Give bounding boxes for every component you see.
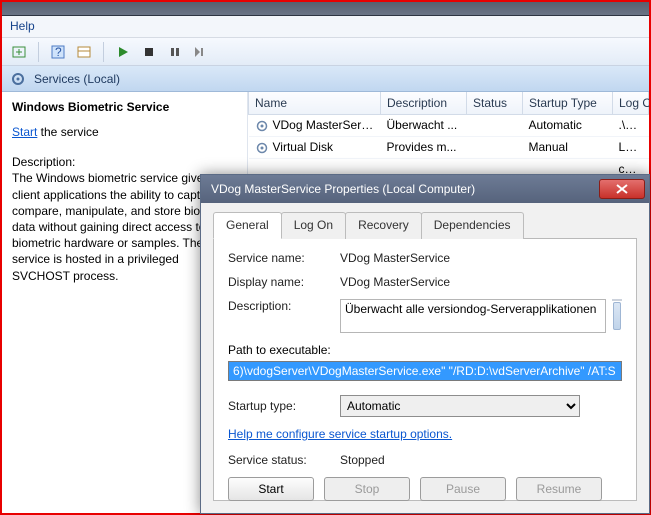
resume-button[interactable]: Resume [516,477,602,501]
svg-text:?: ? [55,45,62,59]
stop-icon[interactable] [138,41,160,63]
description-scrollbar[interactable] [612,299,622,301]
tab-general[interactable]: General [213,212,282,239]
col-logon[interactable]: Log On As [613,92,649,115]
export-list-icon[interactable] [8,41,30,63]
start-service-tail: the service [37,125,98,139]
help-icon[interactable]: ? [47,41,69,63]
category-header: Services (Local) [2,66,649,92]
gear-icon [10,71,26,87]
stop-button[interactable]: Stop [324,477,410,501]
play-icon[interactable] [112,41,134,63]
col-status[interactable]: Status [467,92,523,115]
start-button[interactable]: Start [228,477,314,501]
start-service-link[interactable]: Start [12,125,37,139]
tab-dependencies[interactable]: Dependencies [421,212,524,239]
label-service-status: Service status: [228,453,340,467]
value-service-name: VDog MasterService [340,251,622,265]
label-startup-type: Startup type: [228,399,340,413]
toolbar: ? [2,38,649,66]
separator [38,42,39,62]
selected-service-title: Windows Biometric Service [12,100,237,114]
separator [103,42,104,62]
close-icon [616,184,628,194]
dialog-titlebar[interactable]: VDog MasterService Properties (Local Com… [201,175,649,203]
description-label: Description: [12,154,237,170]
tab-pane-general: Service name: VDog MasterService Display… [213,239,637,501]
col-startup[interactable]: Startup Type [523,92,613,115]
menu-help[interactable]: Help [10,19,35,33]
tab-logon[interactable]: Log On [281,212,346,239]
label-path: Path to executable: [228,343,622,357]
help-configure-link[interactable]: Help me configure service startup option… [228,427,452,441]
pause-icon[interactable] [164,41,186,63]
value-path[interactable]: 6)\vdogServer\VDogMasterService.exe" "/R… [228,361,622,381]
service-properties-dialog: VDog MasterService Properties (Local Com… [200,174,650,514]
table-row[interactable]: Virtual DiskProvides m...ManualLocal Sys… [249,136,649,158]
category-label: Services (Local) [34,72,120,86]
window-frame-top [2,2,649,16]
label-description: Description: [228,299,340,313]
dialog-title: VDog MasterService Properties (Local Com… [211,182,599,196]
value-description[interactable]: Überwacht alle versiondog-Serverapplikat… [340,299,606,333]
col-description[interactable]: Description [381,92,467,115]
tab-recovery[interactable]: Recovery [345,212,422,239]
label-service-name: Service name: [228,251,340,265]
startup-type-select[interactable]: Automatic [340,395,580,417]
pause-button[interactable]: Pause [420,477,506,501]
label-display-name: Display name: [228,275,340,289]
value-display-name: VDog MasterService [340,275,622,289]
properties-icon[interactable] [73,41,95,63]
close-button[interactable] [599,179,645,199]
value-service-status: Stopped [340,453,622,467]
menu-bar: Help [2,16,649,38]
col-name[interactable]: Name [249,92,381,115]
restart-icon[interactable] [190,41,212,63]
table-row[interactable]: VDog MasterServiceÜberwacht ...Automatic… [249,115,649,137]
dialog-tabs: General Log On Recovery Dependencies [213,211,637,239]
